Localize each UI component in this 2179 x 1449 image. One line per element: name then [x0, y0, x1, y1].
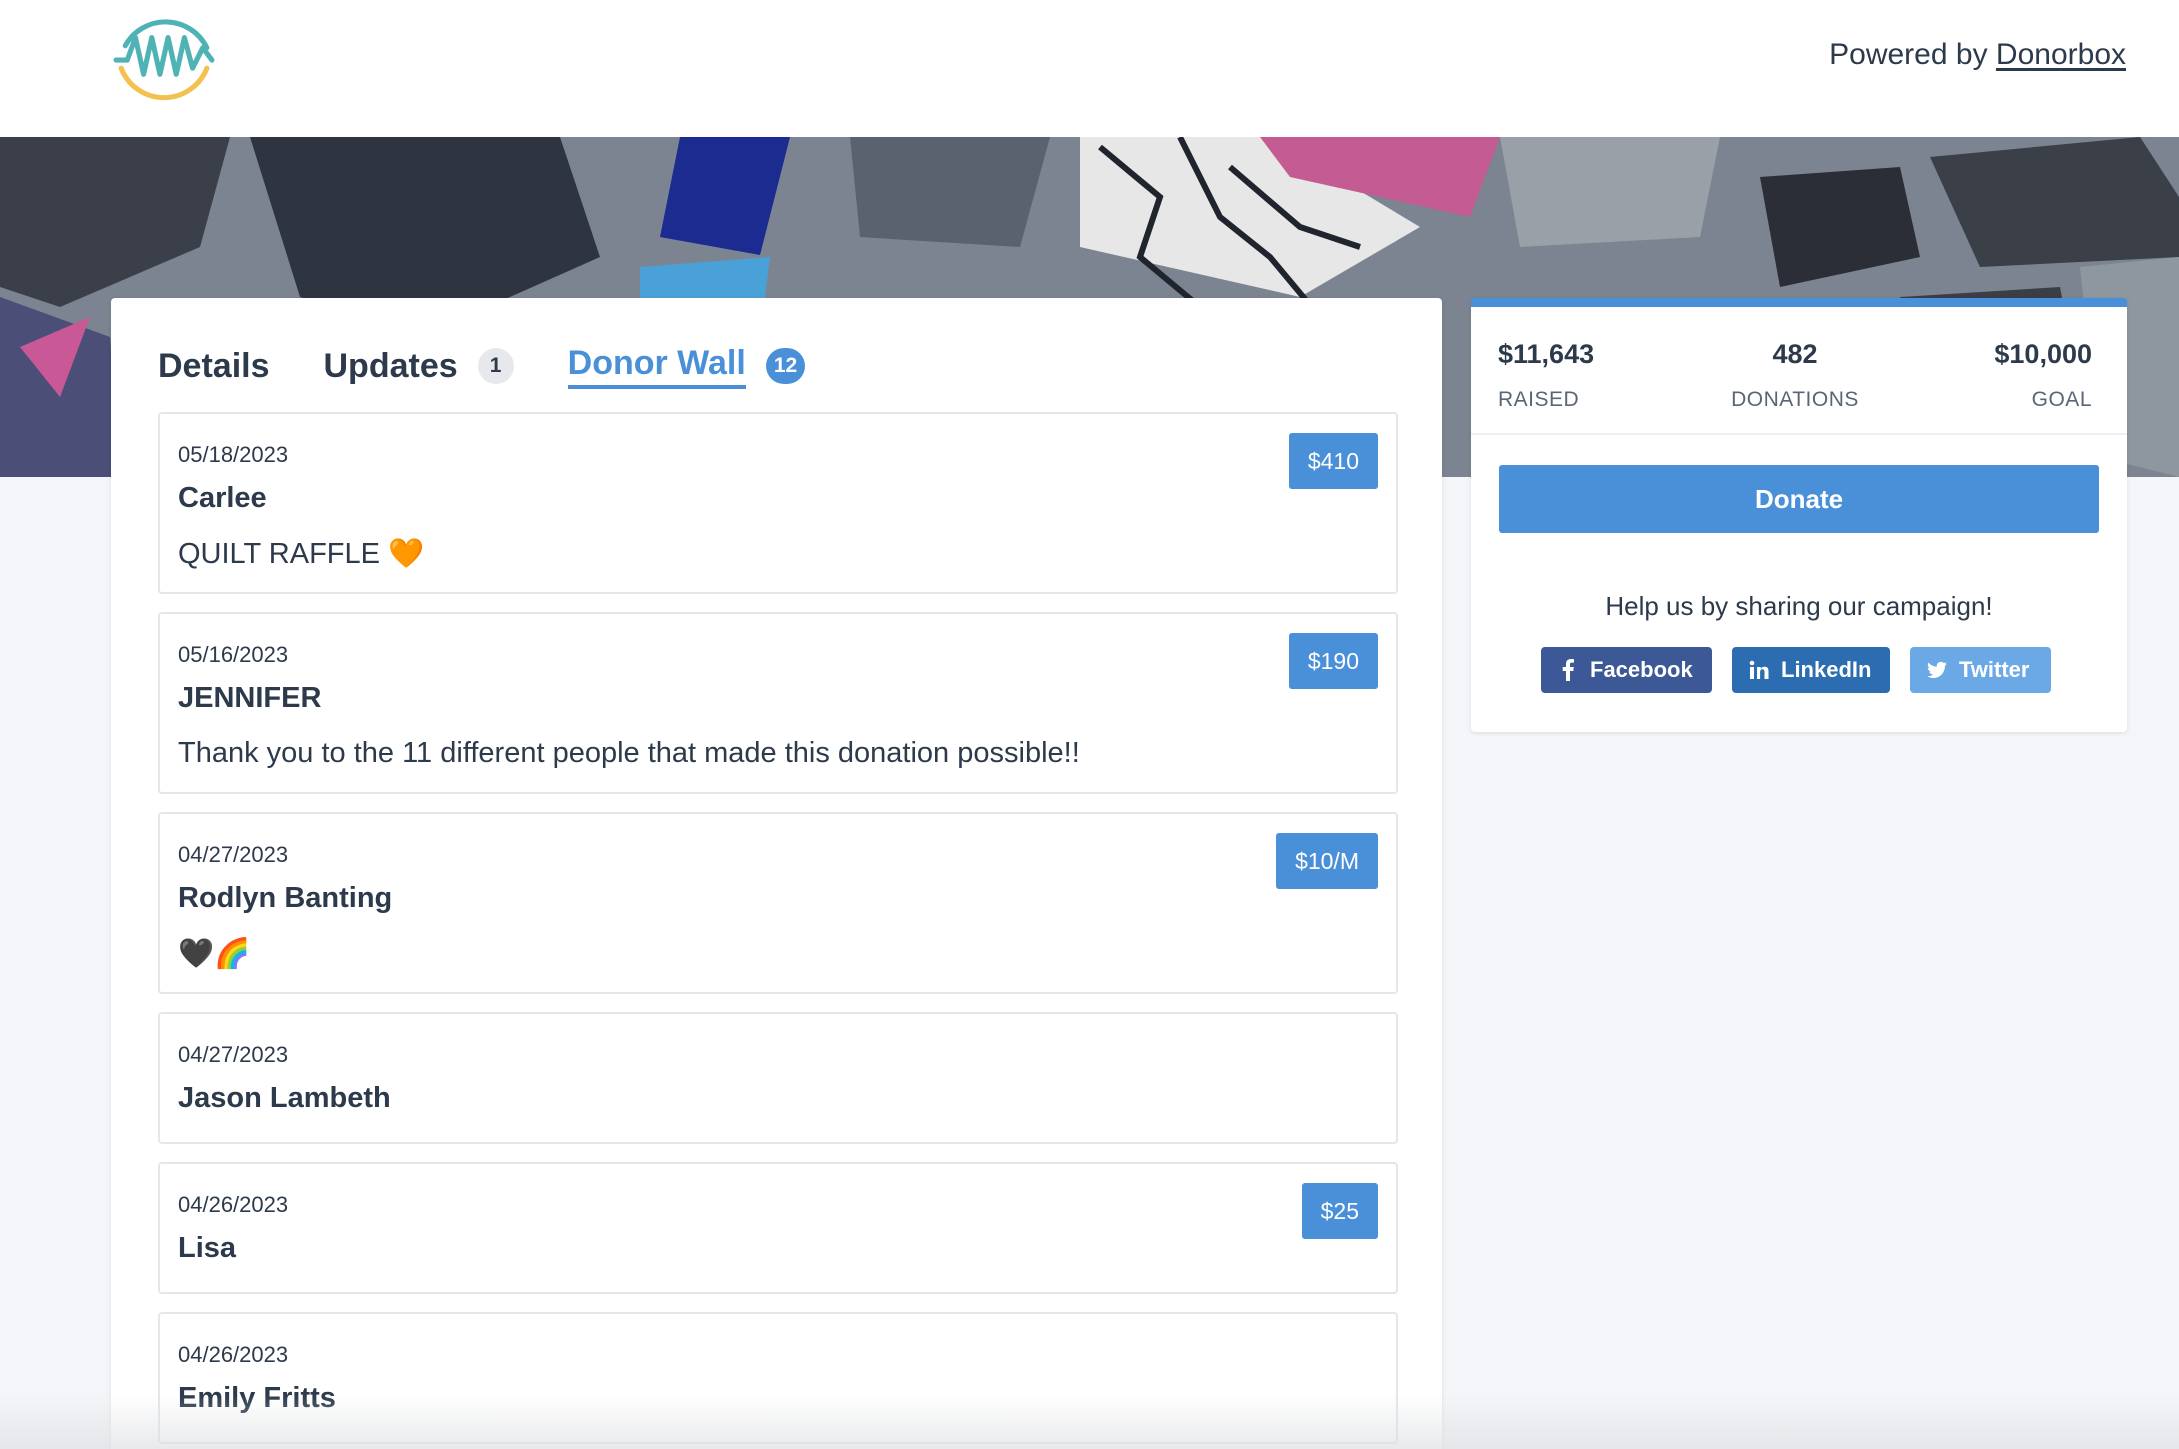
campaign-tabs: Details Updates 1 Donor Wall 12: [158, 336, 859, 396]
linkedin-icon: [1749, 660, 1769, 680]
donation-item: 05/18/2023 Carlee QUILT RAFFLE 🧡 $410: [158, 412, 1398, 594]
donation-item: 05/16/2023 JENNIFER Thank you to the 11 …: [158, 612, 1398, 794]
donorbox-link[interactable]: Donorbox: [1996, 38, 2126, 71]
donation-date: 04/26/2023: [178, 1192, 289, 1217]
donation-date: 04/26/2023: [178, 1342, 289, 1367]
tab-donor-wall[interactable]: Donor Wall 12: [567, 336, 806, 396]
org-logo-icon[interactable]: [113, 7, 215, 109]
campaign-summary-card: $11,643 RAISED 482 DONATIONS $10,000 GOA…: [1471, 298, 2127, 732]
donation-message: Thank you to the 11 different people tha…: [178, 737, 1080, 769]
donor-wall-count-badge: 12: [765, 348, 806, 384]
donor-name: Carlee: [178, 482, 267, 514]
donation-date: 05/16/2023: [178, 642, 289, 667]
campaign-stats: $11,643 RAISED 482 DONATIONS $10,000 GOA…: [1498, 339, 2092, 411]
twitter-label: Twitter: [1959, 657, 2030, 682]
donor-wall-card: Details Updates 1 Donor Wall 12 05/18/20…: [111, 298, 1442, 1449]
powered-by-text: Powered by: [1829, 38, 1988, 71]
donation-item: 04/27/2023 Jason Lambeth: [158, 1012, 1398, 1144]
donation-amount-badge: $25: [1301, 1183, 1378, 1239]
share-buttons: Facebook LinkedIn Twitter: [1541, 647, 2071, 693]
linkedin-label: LinkedIn: [1781, 657, 1872, 682]
goal-label: GOAL: [2031, 388, 2092, 411]
donation-message: QUILT RAFFLE 🧡: [178, 538, 425, 570]
donation-message: 🖤🌈: [178, 938, 251, 970]
donation-item: 04/26/2023 Emily Fritts: [158, 1312, 1398, 1444]
goal-value: $10,000: [1994, 339, 2092, 369]
donor-name: Lisa: [178, 1232, 237, 1264]
donation-date: 05/18/2023: [178, 442, 289, 467]
donation-date: 04/27/2023: [178, 842, 289, 867]
donation-item: 04/27/2023 Rodlyn Banting 🖤🌈 $10/M: [158, 812, 1398, 994]
powered-by: Powered by Donorbox: [1829, 38, 2126, 72]
facebook-share-button[interactable]: Facebook: [1541, 647, 1712, 693]
donor-name: JENNIFER: [178, 682, 322, 714]
tab-updates-label: Updates: [323, 346, 458, 385]
tab-updates[interactable]: Updates 1: [324, 336, 514, 396]
twitter-icon: [1927, 660, 1947, 680]
tab-details[interactable]: Details: [158, 336, 270, 396]
donation-amount-badge: $10/M: [1276, 833, 1378, 889]
stat-goal: $10,000 GOAL: [1994, 339, 2092, 412]
donation-amount-badge: $190: [1288, 633, 1378, 689]
updates-count-badge: 1: [477, 348, 514, 384]
linkedin-share-button[interactable]: LinkedIn: [1732, 647, 1890, 693]
donation-date: 04/27/2023: [178, 1042, 289, 1067]
stats-divider: [1471, 433, 2127, 435]
twitter-share-button[interactable]: Twitter: [1910, 647, 2051, 693]
facebook-label: Facebook: [1590, 657, 1693, 682]
donation-list: 05/18/2023 Carlee QUILT RAFFLE 🧡 $410 05…: [158, 412, 1398, 1449]
facebook-icon: [1558, 659, 1578, 681]
donation-amount-badge: $410: [1288, 433, 1378, 489]
donate-button[interactable]: Donate: [1499, 465, 2099, 533]
donation-item: 04/26/2023 Lisa $25: [158, 1162, 1398, 1294]
tab-donor-wall-label: Donor Wall: [567, 344, 746, 389]
top-bar: Powered by Donorbox: [0, 0, 2179, 137]
tab-details-label: Details: [158, 346, 270, 385]
donor-name: Emily Fritts: [178, 1382, 336, 1414]
donor-name: Rodlyn Banting: [178, 882, 393, 914]
donor-name: Jason Lambeth: [178, 1082, 391, 1114]
share-prompt: Help us by sharing our campaign!: [1605, 591, 1993, 621]
